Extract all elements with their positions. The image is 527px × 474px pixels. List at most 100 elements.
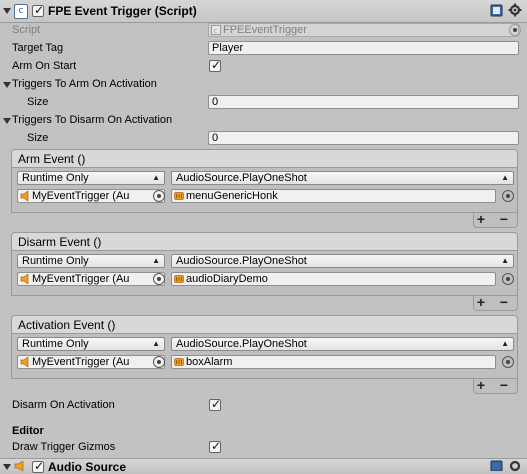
arm-event-function-dropdown[interactable]: AudioSource.PlayOneShot ▲	[171, 171, 514, 185]
speaker-icon	[14, 461, 24, 471]
arm-event-body: Runtime Only ▲ AudioSource.PlayOneShot ▲…	[11, 168, 518, 213]
triggers-disarm-label[interactable]: Triggers To Disarm On Activation	[12, 114, 172, 126]
script-file-icon: c	[211, 25, 221, 35]
gear-icon[interactable]	[508, 459, 523, 471]
script-field: c FPEEventTrigger	[208, 23, 519, 37]
svg-text:c: c	[213, 27, 217, 35]
arm-event-add-button[interactable]: +	[474, 211, 488, 227]
disarm-event-argument-field[interactable]: audioDiaryDemo	[171, 272, 496, 286]
component-title: FPE Event Trigger (Script)	[48, 4, 197, 18]
disarm-event-mode-dropdown[interactable]: Runtime Only ▲	[17, 254, 165, 268]
disarm-event-header: Disarm Event ()	[11, 232, 518, 251]
disarm-event-title: Disarm Event ()	[18, 235, 102, 249]
triggers-disarm-size-value: 0	[212, 132, 219, 144]
arm-event-function: AudioSource.PlayOneShot	[176, 172, 307, 184]
audio-clip-icon	[174, 275, 184, 283]
arm-event-mode: Runtime Only	[22, 172, 89, 184]
audio-source-foldout-icon[interactable]	[3, 464, 11, 470]
activation-event-header: Activation Event ()	[11, 315, 518, 334]
disarm-on-activation-label: Disarm On Activation	[12, 399, 115, 411]
arm-event-argument: menuGenericHonk	[186, 190, 278, 202]
speaker-icon	[20, 357, 29, 367]
activation-event-function: AudioSource.PlayOneShot	[176, 338, 307, 350]
arm-event-plusminus: + −	[473, 211, 518, 228]
dropdown-arrow-icon: ▲	[501, 256, 509, 265]
audio-source-title: Audio Source	[48, 460, 127, 474]
triggers-arm-label[interactable]: Triggers To Arm On Activation	[12, 78, 157, 90]
triggers-arm-size-field[interactable]: 0	[208, 95, 519, 109]
activation-event-target-field[interactable]: MyEventTrigger (Au	[17, 355, 165, 369]
disarm-event-function: AudioSource.PlayOneShot	[176, 255, 307, 267]
draw-gizmos-checkbox[interactable]: ✓	[209, 439, 221, 453]
audio-source-header[interactable]: ✓ Audio Source	[0, 459, 527, 474]
disarm-event-body: Runtime Only ▲ AudioSource.PlayOneShot ▲…	[11, 251, 518, 296]
audio-clip-icon	[174, 192, 184, 200]
activation-event-add-button[interactable]: +	[474, 377, 488, 393]
arm-event-header: Arm Event ()	[11, 149, 518, 168]
disarm-event-add-button[interactable]: +	[474, 294, 488, 310]
script-picker-icon	[509, 24, 521, 36]
arm-event-title: Arm Event ()	[18, 152, 86, 166]
activation-event-argument: boxAlarm	[186, 356, 233, 368]
arm-event-target: MyEventTrigger (Au	[32, 190, 130, 202]
disarm-event-remove-button[interactable]: −	[497, 294, 511, 310]
object-picker-icon[interactable]	[502, 356, 514, 368]
triggers-disarm-size-label: Size	[27, 132, 49, 144]
editor-section-header: Editor	[12, 425, 44, 437]
foldout-arrow-icon[interactable]	[3, 8, 11, 14]
disarm-event-mode: Runtime Only	[22, 255, 89, 267]
script-label: Script	[12, 24, 41, 36]
disarm-event-function-dropdown[interactable]: AudioSource.PlayOneShot ▲	[171, 254, 514, 268]
activation-event-mode-dropdown[interactable]: Runtime Only ▲	[17, 337, 165, 351]
disarm-event-plusminus: + −	[473, 294, 518, 311]
object-picker-icon[interactable]	[153, 356, 165, 368]
help-book-icon[interactable]	[490, 460, 503, 471]
help-book-icon[interactable]	[490, 4, 503, 17]
dropdown-arrow-icon: ▲	[501, 173, 509, 182]
activation-event-title: Activation Event ()	[18, 318, 116, 332]
speaker-icon	[20, 274, 29, 284]
disarm-on-activation-checkbox[interactable]: ✓	[209, 397, 221, 411]
arm-event-remove-button[interactable]: −	[497, 211, 511, 227]
arm-event-argument-field[interactable]: menuGenericHonk	[171, 189, 496, 203]
audio-clip-icon	[174, 358, 184, 366]
script-icon: c	[14, 4, 28, 19]
target-tag-field[interactable]: Player	[208, 41, 519, 55]
component-header[interactable]: c ✓ FPE Event Trigger (Script)	[0, 0, 527, 23]
triggers-disarm-size-field[interactable]: 0	[208, 131, 519, 145]
activation-event-body: Runtime Only ▲ AudioSource.PlayOneShot ▲…	[11, 334, 518, 379]
disarm-event-target: MyEventTrigger (Au	[32, 273, 130, 285]
activation-event-target: MyEventTrigger (Au	[32, 356, 130, 368]
speaker-icon	[20, 191, 29, 201]
activation-event-remove-button[interactable]: −	[497, 377, 511, 393]
triggers-arm-size-value: 0	[212, 96, 219, 108]
disarm-event-target-field[interactable]: MyEventTrigger (Au	[17, 272, 165, 286]
dropdown-arrow-icon: ▲	[501, 339, 509, 348]
arm-on-start-checkbox[interactable]: ✓	[209, 58, 221, 72]
script-value: FPEEventTrigger	[223, 24, 307, 36]
disarm-event-argument: audioDiaryDemo	[186, 273, 268, 285]
object-picker-icon[interactable]	[502, 273, 514, 285]
triggers-arm-size-label: Size	[27, 96, 49, 108]
arm-event-mode-dropdown[interactable]: Runtime Only ▲	[17, 171, 165, 185]
target-tag-label: Target Tag	[12, 42, 64, 54]
activation-event-function-dropdown[interactable]: AudioSource.PlayOneShot ▲	[171, 337, 514, 351]
triggers-disarm-foldout-icon[interactable]	[3, 118, 11, 124]
gear-icon[interactable]	[508, 3, 523, 18]
dropdown-arrow-icon: ▲	[152, 256, 160, 265]
object-picker-icon[interactable]	[502, 190, 514, 202]
activation-event-plusminus: + −	[473, 377, 518, 394]
object-picker-icon[interactable]	[153, 273, 165, 285]
draw-gizmos-label: Draw Trigger Gizmos	[12, 441, 116, 453]
arm-on-start-label: Arm On Start	[12, 60, 77, 72]
object-picker-icon[interactable]	[153, 190, 165, 202]
activation-event-mode: Runtime Only	[22, 338, 89, 350]
activation-event-argument-field[interactable]: boxAlarm	[171, 355, 496, 369]
component-enabled-checkbox[interactable]: ✓	[32, 3, 44, 17]
target-tag-value: Player	[212, 42, 244, 54]
triggers-arm-foldout-icon[interactable]	[3, 82, 11, 88]
dropdown-arrow-icon: ▲	[152, 339, 160, 348]
arm-event-target-field[interactable]: MyEventTrigger (Au	[17, 189, 165, 203]
audio-source-enabled-checkbox[interactable]: ✓	[32, 459, 44, 473]
dropdown-arrow-icon: ▲	[152, 173, 160, 182]
